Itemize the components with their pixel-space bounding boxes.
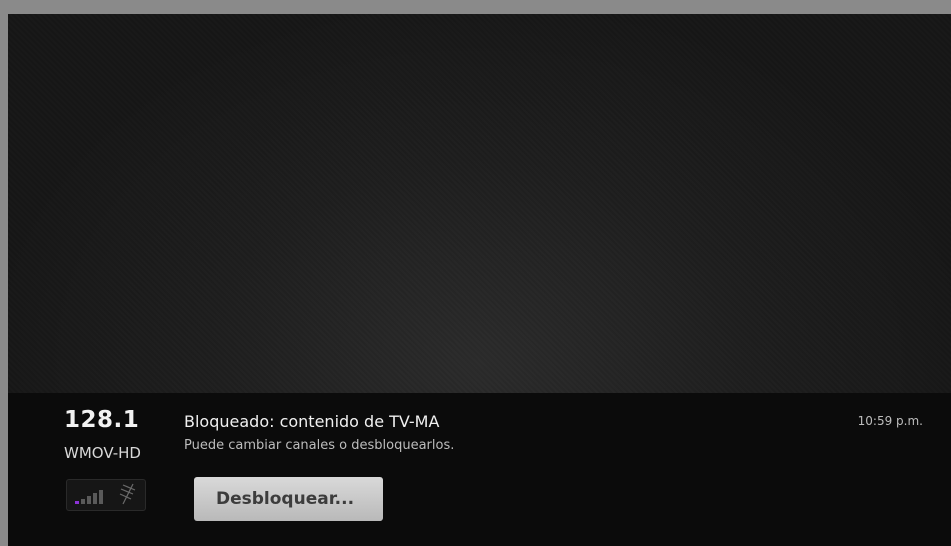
signal-bar <box>99 490 103 504</box>
signal-bar <box>87 496 91 504</box>
signal-bar <box>75 501 79 504</box>
blocked-subtitle: Puede cambiar canales o desbloquearlos. <box>184 438 455 453</box>
channel-name: WMOV-HD <box>64 444 141 462</box>
video-area <box>8 14 951 393</box>
channel-number: 128.1 <box>64 407 140 433</box>
signal-strength-icon <box>75 488 115 504</box>
unblock-button[interactable]: Desbloquear... <box>194 477 383 521</box>
channel-info-bar: 128.1 WMOV-HD Bloqueado: contenido de TV… <box>8 393 951 546</box>
signal-bar <box>93 493 97 504</box>
antenna-icon <box>119 483 136 505</box>
signal-indicator <box>66 479 146 511</box>
tv-screen: 128.1 WMOV-HD Bloqueado: contenido de TV… <box>8 14 951 546</box>
signal-bar <box>81 499 85 504</box>
blocked-title: Bloqueado: contenido de TV-MA <box>184 412 440 431</box>
clock-time: 10:59 p.m. <box>857 414 923 428</box>
